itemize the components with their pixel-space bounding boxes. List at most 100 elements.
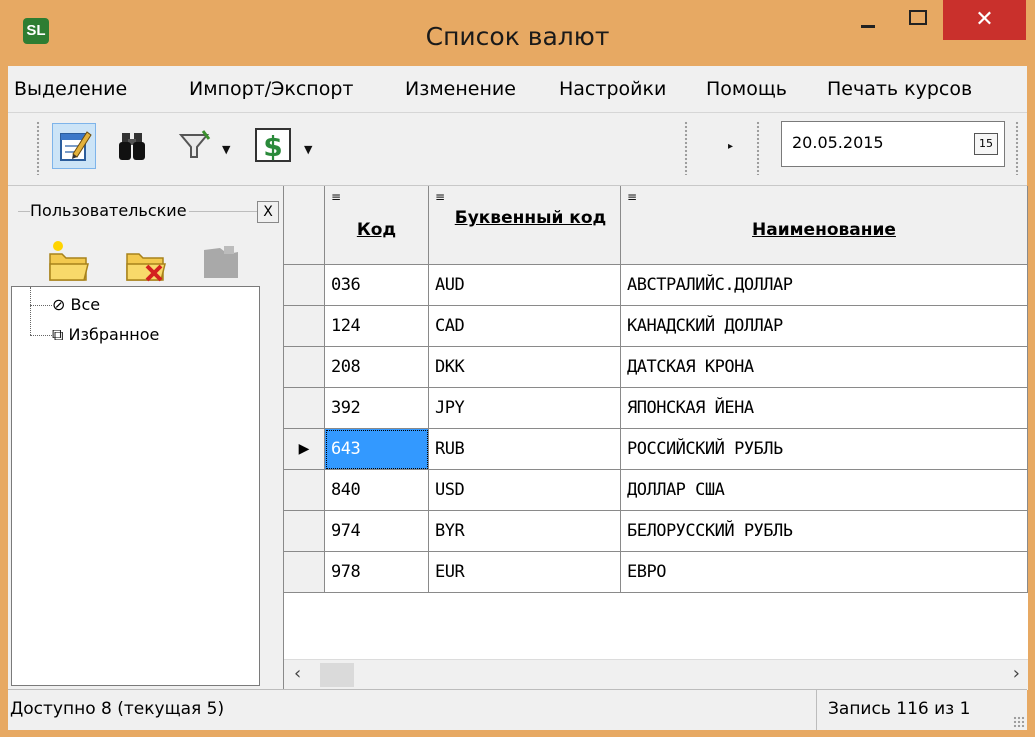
cell-alpha-code[interactable]: RUB	[429, 429, 621, 470]
tree-item-favorites[interactable]: ⧉ Избранное	[52, 325, 159, 345]
folder-properties-button[interactable]	[198, 236, 244, 286]
column-menu-icon[interactable]: ≡	[627, 190, 637, 204]
status-bar: Доступно 8 (текущая 5) Запись 116 из 1	[8, 689, 1027, 730]
cell-name[interactable]: АВСТРАЛИЙС.ДОЛЛАР	[621, 265, 1028, 306]
horizontal-scrollbar[interactable]: ‹ ›	[284, 659, 1028, 690]
cell-code[interactable]: 840	[325, 470, 429, 511]
column-menu-icon[interactable]: ≡	[331, 190, 341, 204]
status-record: Запись 116 из 1	[828, 699, 971, 719]
cell-code[interactable]: 978	[325, 552, 429, 593]
menu-edit[interactable]: Изменение	[405, 78, 516, 100]
cell-code[interactable]: 392	[325, 388, 429, 429]
cell-name[interactable]: КАНАДСКИЙ ДОЛЛАР	[621, 306, 1028, 347]
table-row[interactable]: 036 AUD АВСТРАЛИЙС.ДОЛЛАР	[284, 265, 1028, 306]
tree-item-all[interactable]: ⊘ Все	[52, 295, 100, 314]
cell-code[interactable]: 124	[325, 306, 429, 347]
scroll-left-icon[interactable]: ‹	[294, 663, 301, 684]
toolbar-grip[interactable]	[36, 121, 40, 175]
currency-grid: ≡ Код ≡ Буквенный код ≡ Наименование 036…	[283, 186, 1028, 690]
row-selector[interactable]	[284, 470, 325, 511]
row-selector[interactable]	[284, 265, 325, 306]
column-header-alpha-code[interactable]: ≡ Буквенный код	[429, 186, 621, 265]
column-title: Код	[356, 220, 397, 240]
new-folder-button[interactable]	[46, 236, 92, 286]
cell-name[interactable]: ЕВРО	[621, 552, 1028, 593]
table-row[interactable]: 840 USD ДОЛЛАР США	[284, 470, 1028, 511]
cell-alpha-code[interactable]: JPY	[429, 388, 621, 429]
tree-connector	[30, 335, 52, 336]
row-selector[interactable]	[284, 552, 325, 593]
date-value[interactable]: 20.05.2015	[792, 133, 884, 152]
column-header-name[interactable]: ≡ Наименование	[621, 186, 1028, 265]
tree-item-label: Все	[70, 295, 101, 314]
cell-name[interactable]: ЯПОНСКАЯ ЙЕНА	[621, 388, 1028, 429]
toolbar: ▼ $ ▼ ▸ 20.05.2015 15	[8, 113, 1027, 186]
toolbar-grip[interactable]	[1015, 121, 1019, 175]
maximize-button[interactable]	[893, 0, 943, 40]
cell-code[interactable]: 208	[325, 347, 429, 388]
currency-button[interactable]: $	[252, 123, 296, 169]
cell-alpha-code[interactable]: EUR	[429, 552, 621, 593]
current-row-indicator-icon[interactable]: ▶	[284, 429, 325, 470]
date-picker[interactable]: 20.05.2015 15	[781, 121, 1005, 167]
row-header-corner	[284, 186, 325, 265]
copy-icon: ⧉	[52, 325, 64, 344]
table-row[interactable]: 978 EUR ЕВРО	[284, 552, 1028, 593]
menu-print-rates[interactable]: Печать курсов	[827, 78, 972, 100]
menu-import-export[interactable]: Импорт/Экспорт	[189, 78, 354, 100]
row-selector[interactable]	[284, 306, 325, 347]
cell-alpha-code[interactable]: DKK	[429, 347, 621, 388]
row-selector[interactable]	[284, 347, 325, 388]
filter-dropdown-icon[interactable]: ▼	[222, 143, 230, 156]
menu-settings[interactable]: Настройки	[559, 78, 666, 100]
column-header-code[interactable]: ≡ Код	[325, 186, 429, 265]
delete-folder-button[interactable]	[123, 236, 169, 286]
row-selector[interactable]	[284, 388, 325, 429]
menu-help[interactable]: Помощь	[706, 78, 787, 100]
menu-selection[interactable]: Выделение	[14, 78, 127, 100]
cell-name[interactable]: РОССИЙСКИЙ РУБЛЬ	[621, 429, 1028, 470]
svg-text:$: $	[263, 130, 282, 163]
scroll-thumb[interactable]	[320, 663, 354, 687]
title-bar[interactable]: SL Список валют ✕	[0, 0, 1035, 66]
folder-tree: ⊘ Все ⧉ Избранное	[11, 286, 260, 686]
new-folder-icon	[49, 241, 89, 281]
cell-code[interactable]: 974	[325, 511, 429, 552]
delete-folder-icon	[126, 253, 166, 282]
scroll-right-icon[interactable]: ›	[1013, 663, 1020, 684]
edit-button[interactable]	[52, 123, 96, 169]
resize-grip-icon[interactable]	[1013, 716, 1025, 728]
column-menu-icon[interactable]: ≡	[435, 190, 445, 204]
dollar-icon: $	[255, 128, 291, 163]
filter-button[interactable]	[173, 123, 217, 169]
cell-name[interactable]: ДАТСКАЯ КРОНА	[621, 347, 1028, 388]
calendar-icon[interactable]: 15	[974, 133, 998, 155]
cell-code[interactable]: 643	[325, 429, 429, 470]
table-row[interactable]: 124 CAD КАНАДСКИЙ ДОЛЛАР	[284, 306, 1028, 347]
cell-alpha-code[interactable]: AUD	[429, 265, 621, 306]
cell-alpha-code[interactable]: BYR	[429, 511, 621, 552]
cell-name[interactable]: БЕЛОРУССКИЙ РУБЛЬ	[621, 511, 1028, 552]
table-row[interactable]: 392 JPY ЯПОНСКАЯ ЙЕНА	[284, 388, 1028, 429]
close-button[interactable]: ✕	[943, 0, 1026, 40]
cell-alpha-code[interactable]: CAD	[429, 306, 621, 347]
table-row[interactable]: 208 DKK ДАТСКАЯ КРОНА	[284, 347, 1028, 388]
tree-connector	[30, 287, 31, 335]
toolbar-overflow-icon[interactable]: ▸	[728, 141, 733, 152]
table-row-current[interactable]: ▶ 643 RUB РОССИЙСКИЙ РУБЛЬ	[284, 429, 1028, 470]
toolbar-grip[interactable]	[756, 121, 760, 175]
toolbar-grip[interactable]	[684, 121, 688, 175]
tree-connector	[30, 305, 52, 306]
table-row[interactable]: 974 BYR БЕЛОРУССКИЙ РУБЛЬ	[284, 511, 1028, 552]
edit-icon	[60, 131, 92, 161]
find-button[interactable]	[111, 123, 155, 169]
folder-properties-icon	[204, 246, 238, 278]
panel-close-button[interactable]: X	[257, 201, 279, 223]
app-window: SL Список валют ✕ Выделение Импорт/Экспо…	[0, 0, 1035, 737]
currency-dropdown-icon[interactable]: ▼	[304, 143, 312, 156]
minimize-button[interactable]	[843, 0, 893, 40]
cell-alpha-code[interactable]: USD	[429, 470, 621, 511]
cell-code[interactable]: 036	[325, 265, 429, 306]
row-selector[interactable]	[284, 511, 325, 552]
cell-name[interactable]: ДОЛЛАР США	[621, 470, 1028, 511]
